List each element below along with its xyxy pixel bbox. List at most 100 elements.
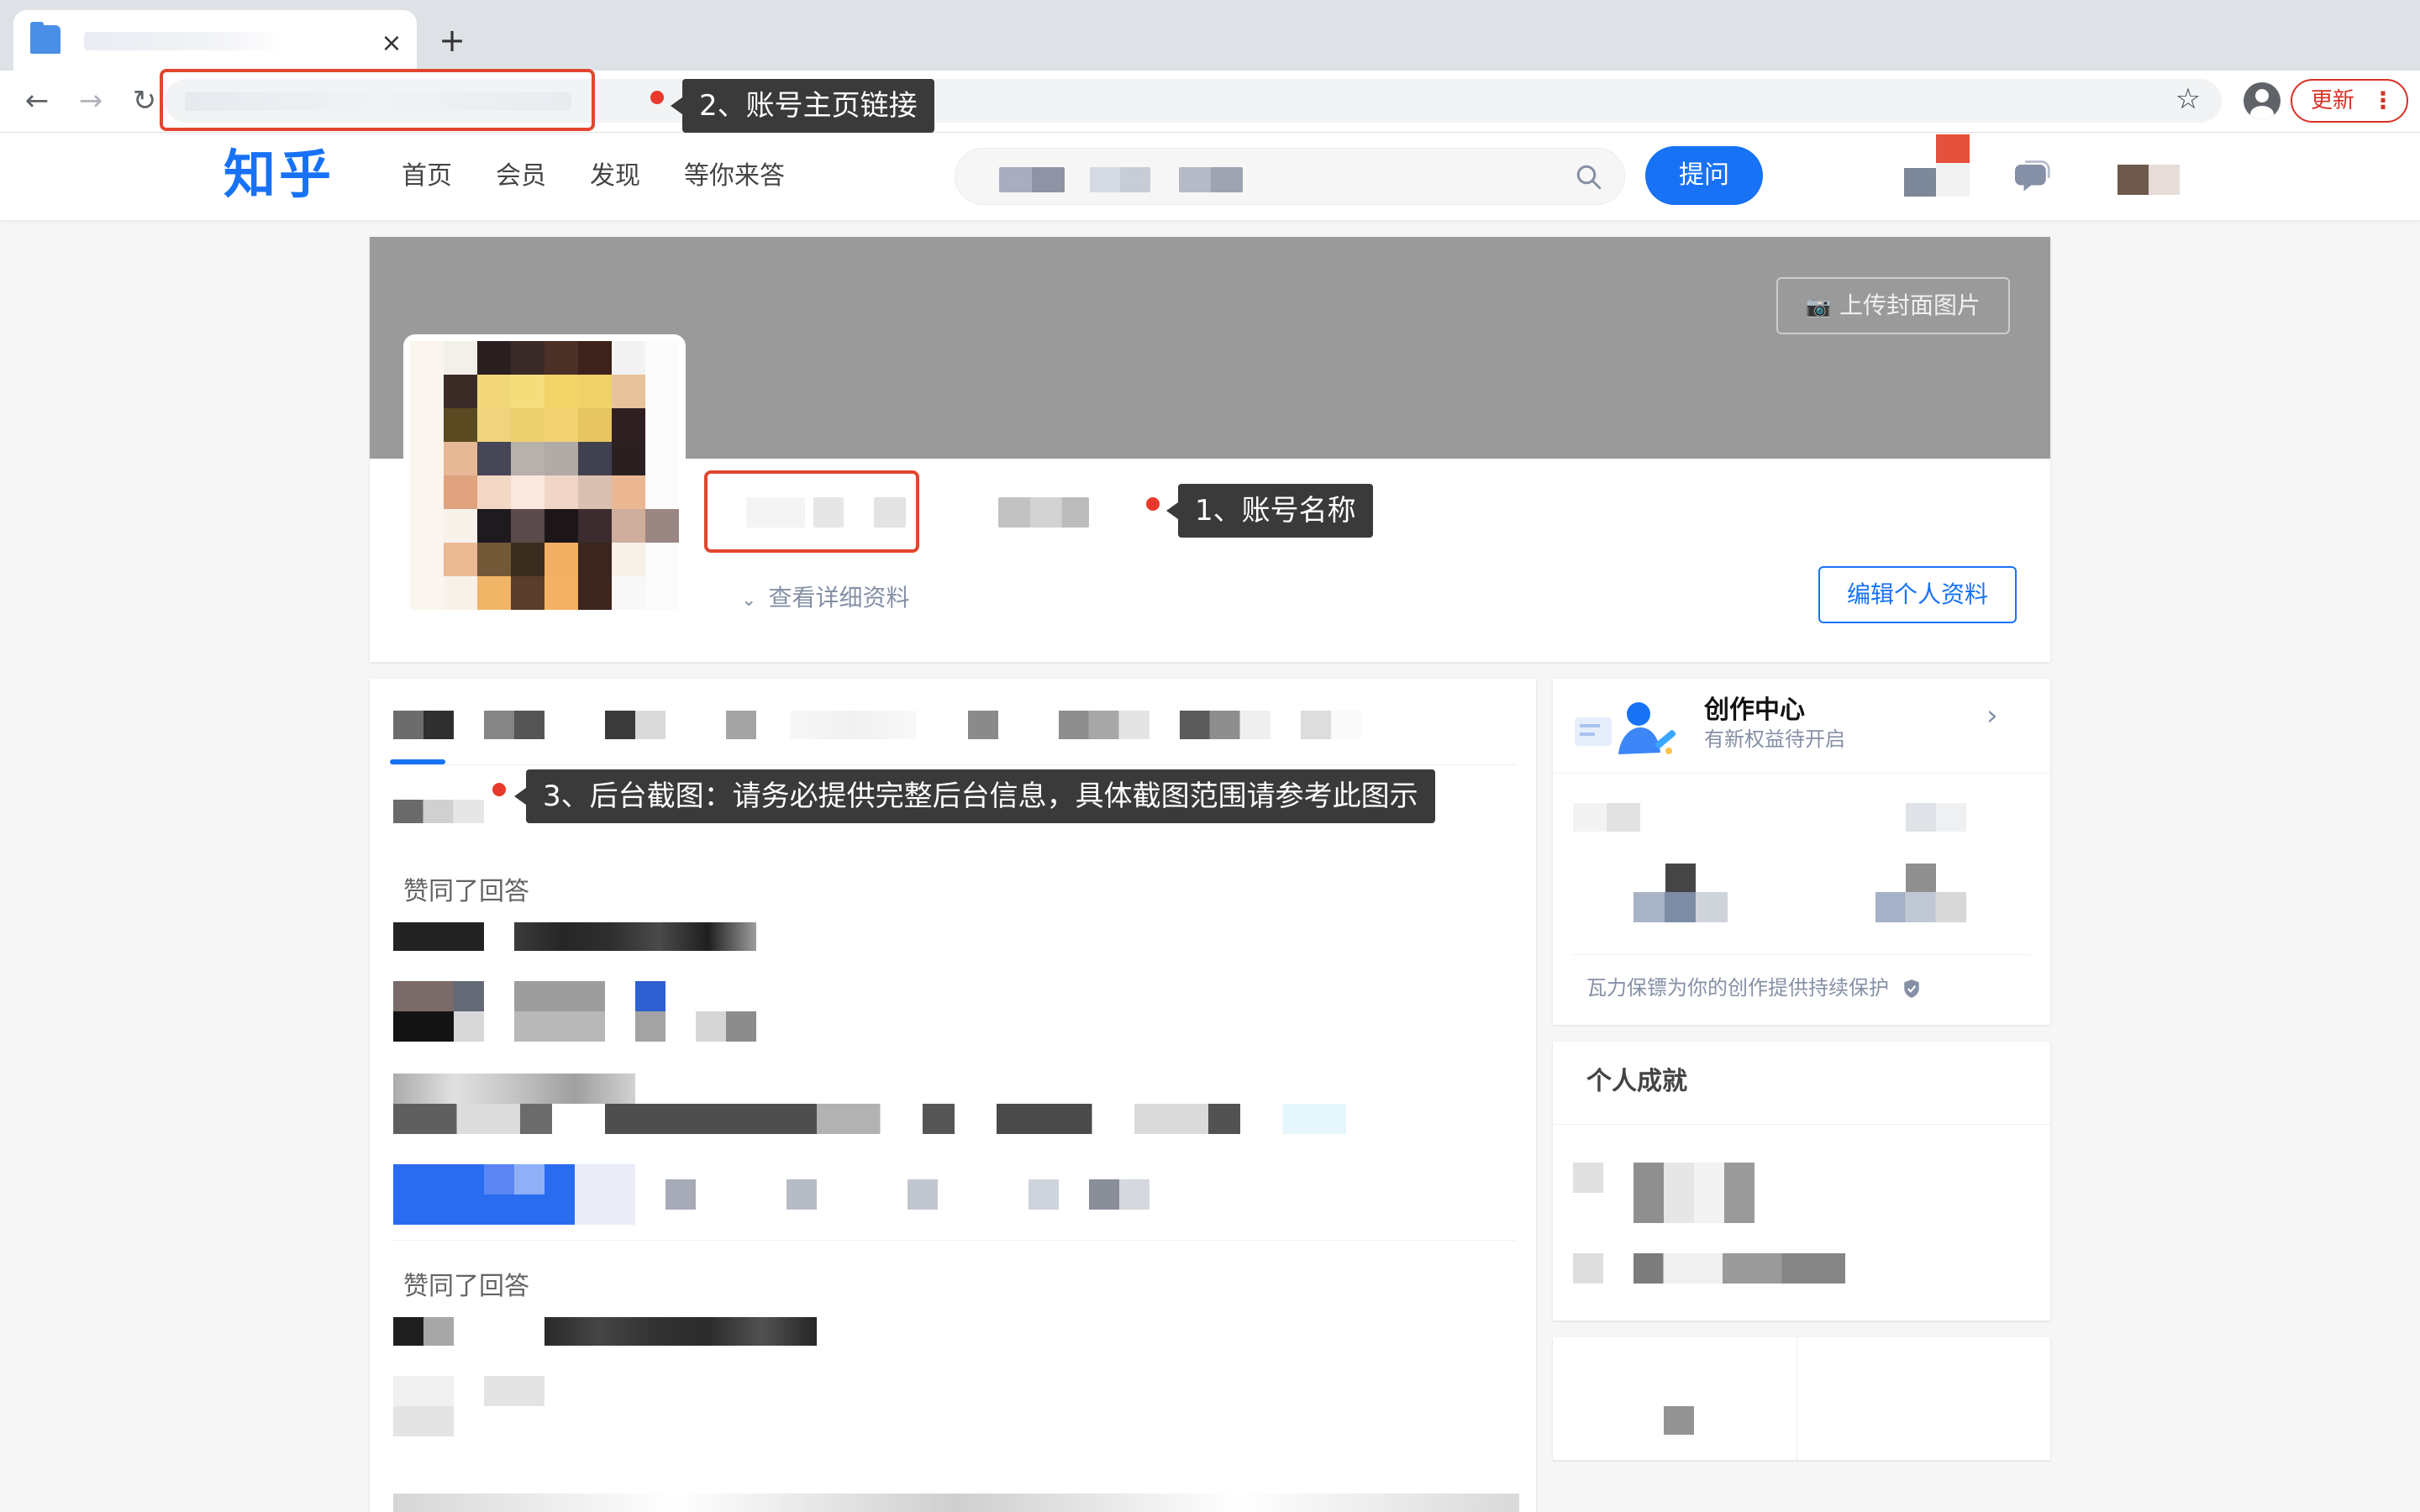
bookmark-star-icon[interactable]: ☆: [2171, 82, 2205, 116]
tab-columns[interactable]: [968, 711, 998, 739]
tab-dynamic[interactable]: [393, 711, 454, 739]
author-name-redacted[interactable]: [484, 1376, 544, 1406]
annotation-box-name: [704, 470, 919, 553]
avatar-pixel: [544, 341, 578, 375]
avatar-pixel: [477, 341, 511, 375]
avatar-pixel: [578, 509, 612, 543]
author-badge-redacted: [635, 981, 666, 1042]
more-actions-icon[interactable]: [1089, 1179, 1150, 1210]
like-icon[interactable]: [1028, 1179, 1059, 1210]
tab-articles[interactable]: [790, 711, 916, 739]
agree-count-redacted: [484, 1164, 544, 1194]
annotation-callout-backend: 3、后台截图：请务必提供完整后台信息，具体截图范围请参考此图示: [514, 769, 1435, 823]
author-name-redacted[interactable]: [514, 981, 605, 1042]
avatar-pixel: [578, 442, 612, 475]
edit-profile-button[interactable]: 编辑个人资料: [1818, 566, 2017, 623]
tab-following[interactable]: [1301, 711, 1361, 739]
answer-excerpt-redacted[interactable]: [393, 1074, 635, 1104]
reload-icon[interactable]: ↻: [126, 82, 163, 119]
avatar-pixel: [410, 408, 444, 442]
avatar-pixel: [444, 543, 477, 576]
avatar-pixel: [444, 341, 477, 375]
nav-item-discover[interactable]: 发现: [590, 158, 640, 195]
avatar-pixel: [410, 442, 444, 475]
tab-collections[interactable]: [1180, 711, 1270, 739]
answer-title-redacted[interactable]: [393, 922, 484, 951]
avatar-pixel: [612, 375, 645, 408]
back-arrow-icon[interactable]: ←: [18, 82, 55, 119]
message-bubble-icon[interactable]: [2015, 160, 2050, 193]
folder-favicon-icon: [30, 22, 60, 54]
menu-dots-icon[interactable]: ⋮: [2371, 81, 2395, 121]
answer-title-redacted[interactable]: [544, 1317, 817, 1346]
avatar-pixel: [410, 341, 444, 375]
avatar-pixel: [410, 375, 444, 408]
profile-header-card: 📷 上传封面图片 ⌄ 查看详细资料 编辑个人资料: [370, 237, 2050, 662]
search-icon[interactable]: [1574, 162, 1604, 192]
avatar-pixel: [578, 475, 612, 509]
avatar-pixel: [578, 576, 612, 610]
avatar-pixel: [612, 509, 645, 543]
camera-icon: 📷: [1806, 295, 1831, 318]
avatar-pixel: [544, 509, 578, 543]
chevron-down-icon: ⌄: [741, 590, 757, 611]
search-placeholder-redacted: [1090, 167, 1150, 192]
stat-label-redacted: [1906, 803, 1966, 832]
site-nav: 首页 会员 发现 等你来答: [402, 158, 829, 195]
forward-arrow-icon[interactable]: →: [72, 82, 109, 119]
creator-divider: [1573, 954, 2030, 955]
answer-title-redacted[interactable]: [514, 922, 756, 951]
avatar-pixel: [544, 375, 578, 408]
avatar-pixel: [477, 576, 511, 610]
browser-profile-icon[interactable]: [2244, 82, 2281, 119]
feed-divider: [390, 1240, 1516, 1241]
avatar-pixel: [544, 442, 578, 475]
new-tab-button[interactable]: +: [434, 22, 471, 59]
search-input[interactable]: [955, 148, 1625, 205]
stat-value-redacted: [1665, 864, 1696, 892]
view-details-toggle[interactable]: ⌄ 查看详细资料: [741, 581, 909, 617]
avatar-pixel: [477, 375, 511, 408]
tab-close-icon[interactable]: ×: [375, 27, 408, 60]
following-count-redacted: [1664, 1406, 1694, 1435]
avatar-pixel: [477, 442, 511, 475]
answer-excerpt-redacted[interactable]: [393, 1104, 1452, 1134]
avatar-pixel: [578, 543, 612, 576]
stat-value-redacted: [1634, 892, 1728, 922]
nav-item-waiting[interactable]: 等你来答: [684, 158, 785, 195]
avatar-pixel: [410, 509, 444, 543]
nav-item-vip[interactable]: 会员: [496, 158, 546, 195]
shield-icon: [1903, 979, 1919, 998]
avatar-pixel: [612, 408, 645, 442]
nav-item-home[interactable]: 首页: [402, 158, 452, 195]
chevron-right-icon[interactable]: ›: [1986, 699, 1998, 732]
disagree-button[interactable]: [575, 1164, 635, 1225]
tab-questions[interactable]: [726, 711, 756, 739]
avatar-pixel: [612, 341, 645, 375]
avatar-pixel: [511, 576, 544, 610]
upload-cover-button[interactable]: 📷 上传封面图片: [1776, 277, 2010, 334]
creator-center-subtitle: 有新权益待开启: [1704, 727, 1845, 751]
share-icon[interactable]: [786, 1179, 817, 1210]
browser-tab[interactable]: ×: [13, 10, 417, 71]
avatar-pixel: [444, 509, 477, 543]
creator-center-title[interactable]: 创作中心: [1704, 694, 1805, 727]
headline-redacted: [998, 497, 1089, 528]
tab-videos[interactable]: [605, 711, 666, 739]
tab-answers[interactable]: [484, 711, 544, 739]
tab-ideas[interactable]: [1059, 711, 1150, 739]
author-avatar-redacted[interactable]: [393, 981, 454, 1042]
favorite-icon[interactable]: [908, 1179, 938, 1210]
user-avatar-icon[interactable]: [2118, 165, 2180, 195]
zhihu-logo[interactable]: 知乎: [224, 141, 334, 208]
answer-excerpt-redacted[interactable]: [393, 1494, 1519, 1512]
avatar[interactable]: [403, 334, 686, 617]
ask-question-button[interactable]: 提问: [1645, 146, 1763, 205]
tab-title-redacted: [84, 32, 286, 50]
update-button[interactable]: 更新 ⋮: [2291, 79, 2408, 123]
notification-icon[interactable]: [1904, 134, 1970, 197]
author-avatar-redacted[interactable]: [393, 1376, 454, 1436]
answer-title-redacted[interactable]: [393, 1317, 454, 1346]
avatar-pixel: [511, 509, 544, 543]
comment-icon[interactable]: [666, 1179, 696, 1210]
